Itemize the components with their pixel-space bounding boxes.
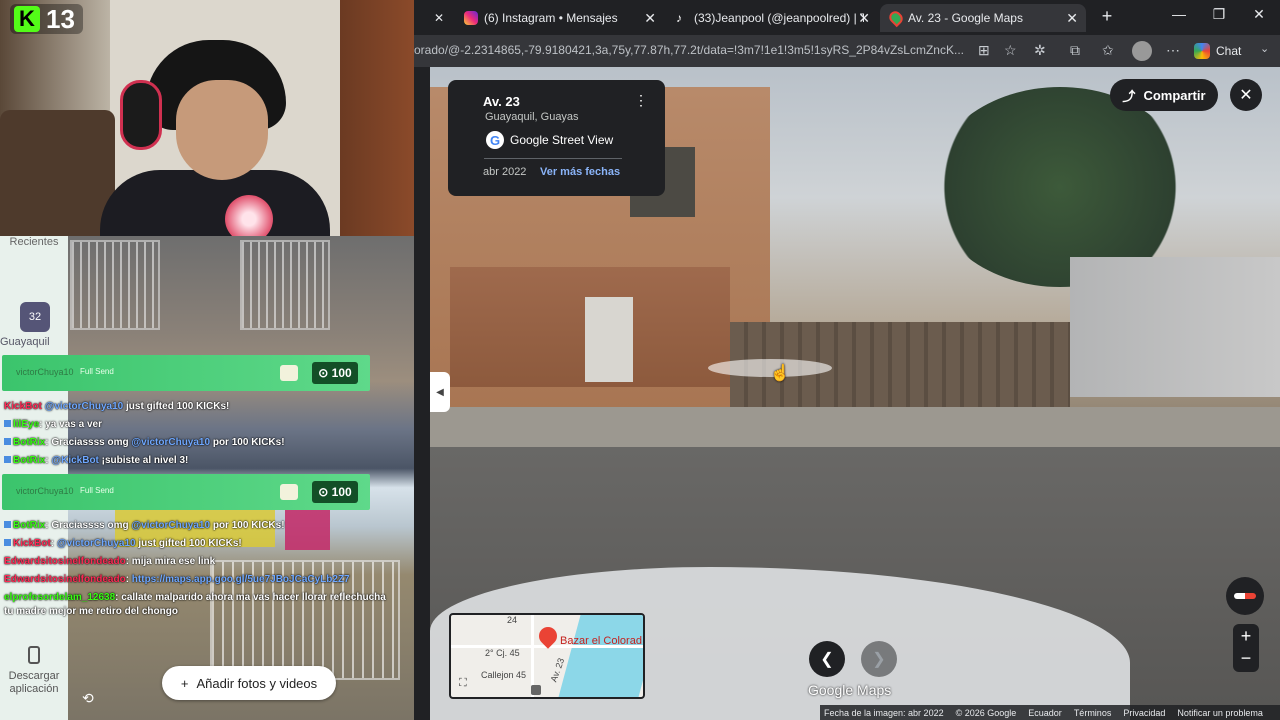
tab-instagram[interactable]: (6) Instagram • Mensajes ✕ <box>454 4 664 32</box>
screen: K 13 Recientes 32 Guayaquil Descargar ap… <box>0 0 1280 720</box>
google-icon: G <box>486 131 504 149</box>
tab-close-prev[interactable]: ✕ <box>434 4 444 32</box>
zoom-out-button[interactable]: − <box>1233 648 1259 669</box>
minimize-button[interactable]: — <box>1164 6 1194 22</box>
address-bar: orado/@-2.2314865,-79.9180421,3a,75y,77.… <box>414 35 1280 67</box>
profile-avatar[interactable] <box>1132 41 1152 61</box>
chat-message: BotRix: @KickBot ¡subiste al nivel 3! <box>4 455 188 466</box>
chevron-right-icon: ❯ <box>872 651 886 668</box>
compass-icon <box>1234 593 1256 599</box>
more-options-icon[interactable]: ⋮ <box>634 92 648 109</box>
hand-cursor-icon: ☝ <box>770 365 790 382</box>
close-icon[interactable]: ✕ <box>644 10 656 27</box>
close-icon[interactable]: ✕ <box>858 10 870 27</box>
close-icon: ✕ <box>434 11 444 25</box>
location-subtitle: Guayaquil, Guayas <box>485 111 579 123</box>
location-title: Av. 23 <box>483 94 520 109</box>
window-close-button[interactable]: ✕ <box>1244 6 1274 23</box>
favorites-icon[interactable]: ✩ <box>1102 42 1114 59</box>
new-tab-button[interactable]: + <box>1092 6 1122 27</box>
close-icon[interactable]: ✕ <box>1066 10 1078 27</box>
close-icon: ✕ <box>1239 87 1253 104</box>
next-image-button[interactable]: ❯ <box>861 641 897 677</box>
collapse-panel-button[interactable]: ◀ <box>430 372 450 412</box>
capture-date: abr 2022 <box>483 166 527 178</box>
chevron-left-icon: ❮ <box>820 651 834 668</box>
stream-overlay: K 13 Recientes 32 Guayaquil Descargar ap… <box>0 0 425 720</box>
previous-image-button[interactable]: ❮ <box>809 641 845 677</box>
bus-stop-icon <box>531 685 541 695</box>
gift-alert: victorChuya10 Full Send ⊙ 100 <box>2 474 370 510</box>
chat-message: elprofesordelam_12638: callate malparido… <box>4 592 386 603</box>
kick-count: 13 <box>46 3 75 34</box>
split-screen-icon[interactable]: ⧉ <box>1070 42 1080 59</box>
rotate-360-icon[interactable]: ⟲ <box>82 690 94 707</box>
chat-message: KickBot @victorChuya10 just gifted 100 K… <box>4 401 230 412</box>
more-menu-icon[interactable]: ⋯ <box>1166 42 1180 59</box>
chat-overlay: victorChuya10 Full Send ⊙ 100 KickBot @v… <box>0 236 425 720</box>
source-label: Google Street View <box>510 133 614 147</box>
more-dates-link[interactable]: Ver más fechas <box>540 166 620 178</box>
chat-message: BotRix: Graciassss omg @victorChuya10 po… <box>4 437 285 448</box>
gift-alert: victorChuya10 Full Send ⊙ 100 <box>2 355 370 391</box>
expand-map-icon[interactable]: ⛶ <box>459 677 467 690</box>
chat-message: Edwardsitosinelfondeado: mija mira ese l… <box>4 556 216 567</box>
kick-logo-icon: K <box>14 6 40 32</box>
plus-icon: + <box>180 675 189 691</box>
zoom-control: + − <box>1233 624 1259 672</box>
tiktok-icon: ♪ <box>676 11 682 25</box>
minimap[interactable]: 24 Bazar el Colorad 2° Cj. 45 Callejon 4… <box>449 613 645 699</box>
chat-message: KickBot: @victorChuya10 just gifted 100 … <box>4 538 242 549</box>
copilot-icon <box>1194 43 1210 59</box>
chat-message: BotRix: Graciassss omg @victorChuya10 po… <box>4 520 285 531</box>
add-photos-button[interactable]: + Añadir fotos y videos <box>162 666 336 700</box>
extensions-icon[interactable]: ✲ <box>1034 42 1046 59</box>
google-maps-logo: Google Maps <box>808 682 892 698</box>
gift-amount: ⊙ 100 <box>312 362 358 384</box>
chat-message: tu madre mejor me retiro del chongo <box>4 606 178 617</box>
map-footer: Fecha de la imagen: abr 2022 © 2026 Goog… <box>820 705 1280 720</box>
tab-bar: ✕ (6) Instagram • Mensajes ✕ ♪ (33)Jeanp… <box>414 0 1280 35</box>
kick-counter: K 13 <box>10 4 83 34</box>
chat-message: Edwardsitosinelfondeado: https://maps.ap… <box>4 574 350 585</box>
star-icon[interactable]: ☆ <box>1004 42 1017 59</box>
webcam-feed: K 13 <box>0 0 414 243</box>
zoom-in-button[interactable]: + <box>1233 626 1259 647</box>
place-label: Bazar el Colorad <box>560 635 642 647</box>
streamer <box>100 40 330 240</box>
share-button[interactable]: ⤴ Compartir <box>1110 79 1218 111</box>
tab-tiktok[interactable]: ♪ (33)Jeanpool (@jeanpoolred) | Tik ✕ <box>666 4 878 32</box>
share-icon: ⤴ <box>1122 88 1136 104</box>
location-info-card: Av. 23 Guayaquil, Guayas ⋮ G Google Stre… <box>448 80 665 196</box>
chevron-down-icon[interactable]: ⌄ <box>1260 42 1269 55</box>
chat-message: lilEye: ya vas a ver <box>4 419 102 430</box>
url-field[interactable]: orado/@-2.2314865,-79.9180421,3a,75y,77.… <box>414 43 974 57</box>
tab-google-maps[interactable]: Av. 23 - Google Maps ✕ <box>880 4 1086 32</box>
shirt-icon <box>280 365 298 381</box>
copilot-chat-button[interactable]: Chat <box>1194 39 1241 63</box>
shirt-icon <box>280 484 298 500</box>
compass-button[interactable] <box>1226 577 1264 615</box>
google-maps-icon <box>886 8 906 28</box>
gift-amount: ⊙ 100 <box>312 481 358 503</box>
close-street-view-button[interactable]: ✕ <box>1230 79 1262 111</box>
maximize-button[interactable]: ❐ <box>1204 6 1234 23</box>
app-available-icon[interactable]: ⊞ <box>978 42 990 59</box>
instagram-icon <box>464 11 478 25</box>
